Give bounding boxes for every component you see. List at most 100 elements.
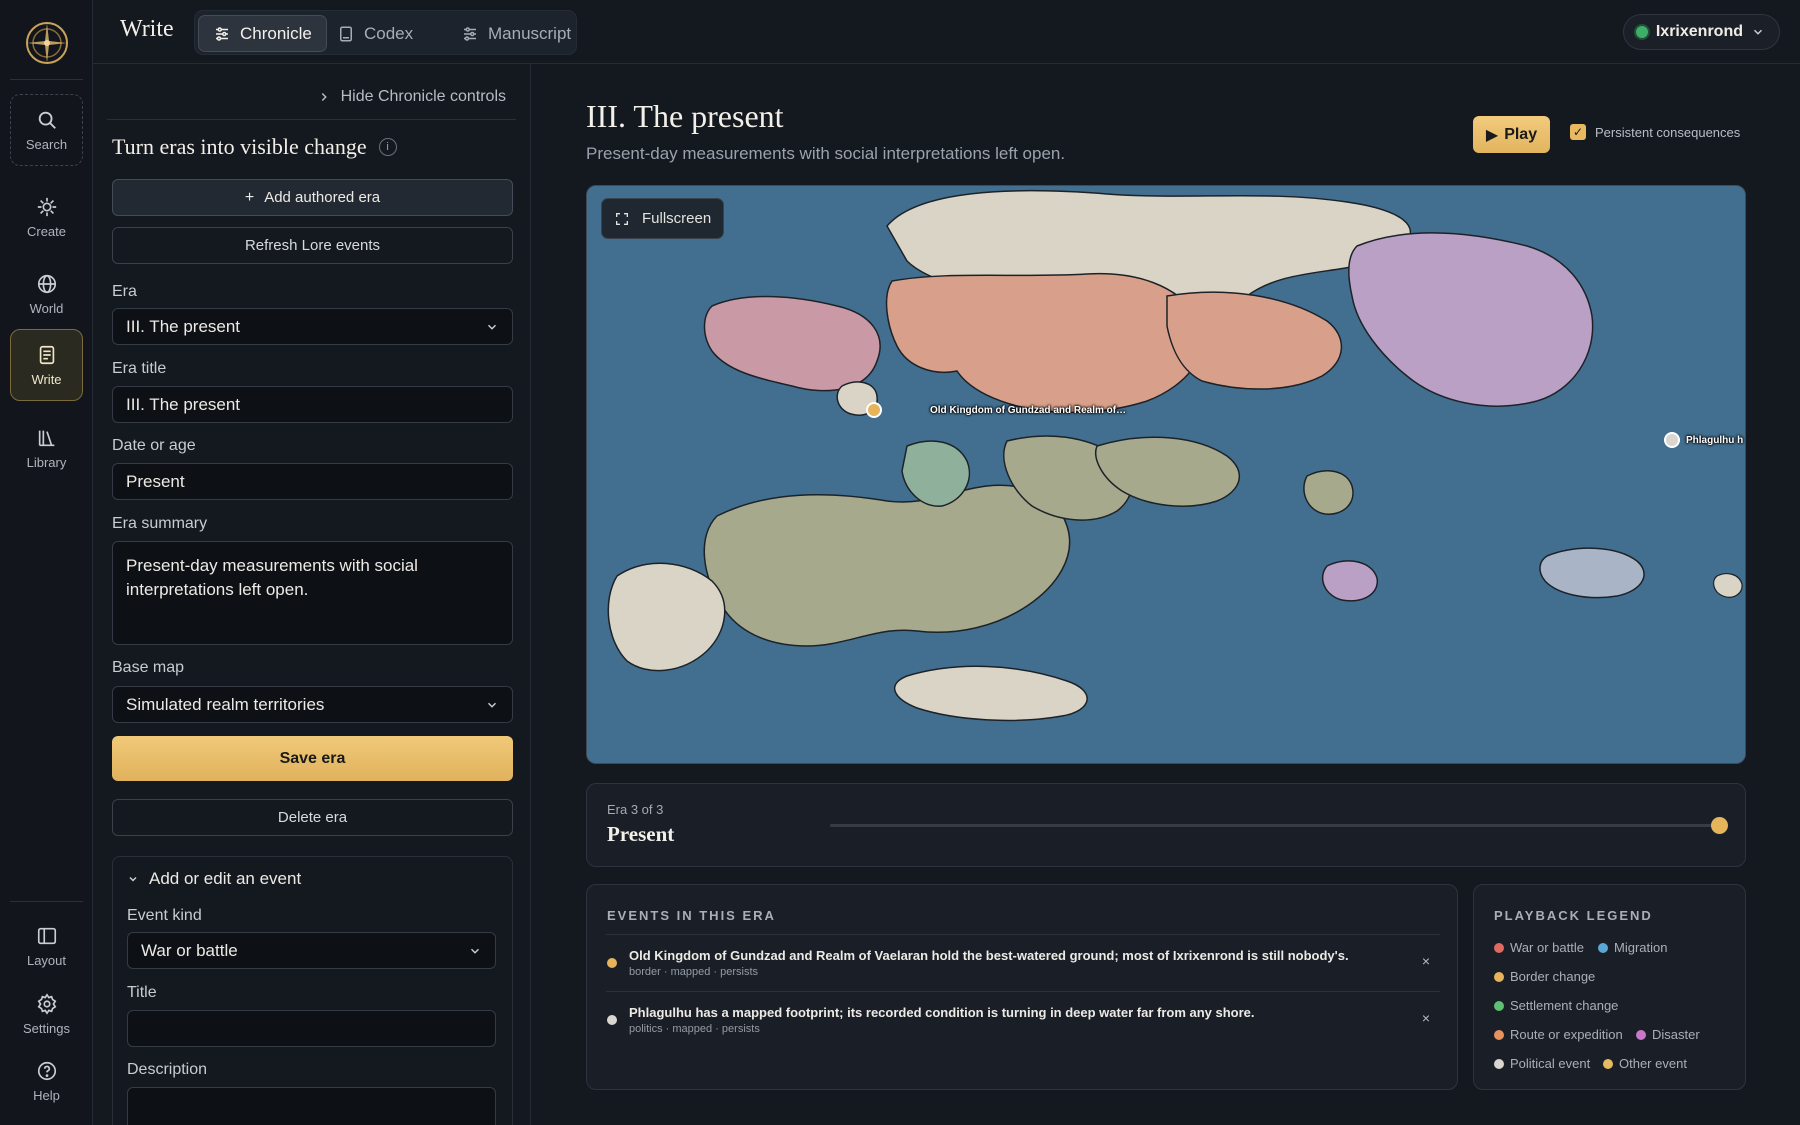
gear-icon: [37, 992, 56, 1015]
legend-swatch: [1494, 1058, 1504, 1069]
plus-icon: +: [244, 188, 255, 206]
era-subtitle: Present-day measurements with social int…: [586, 144, 1066, 163]
date-input[interactable]: Present: [112, 463, 513, 500]
rail-create[interactable]: Create: [10, 181, 83, 253]
rail-world[interactable]: World: [10, 258, 83, 330]
era-title-input[interactable]: III. The present: [112, 386, 513, 423]
legend-label: Route or expedition: [1510, 1027, 1623, 1042]
chevron-right-icon: [321, 92, 327, 102]
info-icon[interactable]: i: [378, 138, 397, 156]
tab-codex[interactable]: Codex: [323, 15, 427, 52]
fullscreen-icon: [616, 212, 628, 225]
event-section-toggle[interactable]: Add or edit an event: [127, 869, 301, 889]
legend-label: Migration: [1614, 940, 1668, 955]
legend-swatch: [1494, 971, 1504, 982]
era-label: Era: [112, 283, 137, 300]
era-heading: III. The present: [586, 98, 784, 134]
event-kind-dot: [607, 958, 617, 968]
era-count: Era 3 of 3: [607, 802, 664, 817]
persistent-consequences-toggle[interactable]: ✓ Persistent consequences: [1570, 124, 1740, 140]
era-select-value: III. The present: [126, 316, 241, 336]
fullscreen-button[interactable]: Fullscreen: [601, 198, 725, 239]
persistent-label: Persistent consequences: [1595, 124, 1741, 140]
sliders-icon: [464, 26, 476, 41]
chronicle-controls-panel: Hide Chronicle controls Turn eras into v…: [93, 64, 531, 1125]
timeline-handle[interactable]: [1711, 817, 1728, 834]
nav-rail: Search Create World Write Library Layout…: [0, 0, 93, 1125]
event-title: Old Kingdom of Gundzad and Realm of Vael…: [629, 948, 1349, 963]
save-era-button[interactable]: Save era: [112, 736, 513, 781]
date-label: Date or age: [112, 437, 196, 454]
event-row[interactable]: Phlagulhu has a mapped footprint; its re…: [606, 991, 1440, 1047]
map-marker-label: Phlagulhu h: [1686, 435, 1744, 446]
rail-settings[interactable]: Settings: [10, 978, 83, 1050]
legend-swatch: [1636, 1029, 1646, 1040]
chevron-down-icon: [129, 876, 137, 882]
hide-controls-label: Hide Chronicle controls: [340, 88, 506, 105]
base-map-value: Simulated realm territories: [126, 694, 325, 714]
legend-item: War or battle: [1494, 940, 1584, 955]
tab-chronicle[interactable]: Chronicle: [198, 15, 327, 52]
event-title-input[interactable]: [127, 1010, 496, 1047]
globe-icon: [37, 274, 56, 293]
user-menu-button[interactable]: Ixrixenrond: [1622, 14, 1780, 50]
tab-chronicle-label: Chronicle: [240, 23, 312, 43]
tab-manuscript-label: Manuscript: [488, 23, 572, 43]
legend-label: War or battle: [1510, 940, 1584, 955]
legend-label: Other event: [1619, 1056, 1687, 1071]
rail-library-label: Library: [26, 454, 67, 470]
delete-era-button[interactable]: Delete era: [112, 799, 513, 836]
rail-library[interactable]: Library: [10, 412, 83, 484]
rail-help-label: Help: [33, 1087, 60, 1103]
add-era-button[interactable]: + Add authored era: [112, 179, 513, 216]
remove-event-icon[interactable]: ×: [1422, 953, 1430, 969]
base-map-label: Base map: [112, 659, 185, 676]
legend-swatch: [1494, 942, 1504, 953]
legend-swatch: [1598, 942, 1608, 953]
app-logo-icon[interactable]: [24, 20, 70, 66]
sliders-icon: [216, 26, 228, 41]
rail-create-label: Create: [26, 223, 67, 239]
remove-event-icon[interactable]: ×: [1422, 1010, 1430, 1026]
base-map-select[interactable]: Simulated realm territories: [112, 686, 513, 723]
rail-search-label: Search: [25, 136, 68, 152]
map-marker-label: Old Kingdom of Gundzad and Realm of…: [930, 405, 1127, 416]
world-map[interactable]: Fullscreen Old Kingdom of Gundzad and Re…: [586, 185, 1746, 764]
map-marker[interactable]: [1663, 431, 1681, 449]
event-row[interactable]: Old Kingdom of Gundzad and Realm of Vael…: [606, 934, 1440, 990]
rail-write[interactable]: Write: [10, 329, 83, 401]
chevron-down-icon: [487, 324, 497, 330]
refresh-lore-button[interactable]: Refresh Lore events: [112, 227, 513, 264]
book-icon: [340, 26, 352, 41]
layout-icon: [37, 927, 56, 944]
date-value: Present: [126, 471, 185, 491]
map-marker[interactable]: [865, 401, 883, 419]
checkbox-checked-icon[interactable]: ✓: [1570, 124, 1586, 140]
event-kind-select[interactable]: War or battle: [127, 932, 496, 969]
add-era-label: Add authored era: [264, 189, 381, 206]
timeline-track[interactable]: [830, 824, 1719, 827]
era-timeline: Era 3 of 3 Present: [586, 783, 1746, 867]
event-title: Phlagulhu has a mapped footprint; its re…: [629, 1005, 1255, 1020]
panel-heading-text: Turn eras into visible change: [112, 134, 367, 159]
hide-controls-button[interactable]: Hide Chronicle controls: [317, 88, 506, 106]
chevron-down-icon: [470, 948, 480, 954]
status-dot: [1635, 26, 1648, 38]
top-bar: Write Chronicle Codex Manuscript Ixrixen…: [93, 0, 1800, 64]
tab-manuscript[interactable]: Manuscript: [447, 15, 585, 52]
rail-layout[interactable]: Layout: [10, 910, 83, 982]
refresh-lore-label: Refresh Lore events: [244, 237, 381, 254]
rail-search[interactable]: Search: [10, 94, 83, 166]
summary-textarea[interactable]: Present-day measurements with social int…: [112, 541, 513, 645]
event-description-label: Description: [127, 1061, 208, 1078]
delete-era-label: Delete era: [277, 809, 348, 826]
events-panel: EVENTS IN THIS ERA Old Kingdom of Gundza…: [586, 884, 1458, 1090]
rail-help[interactable]: Help: [10, 1045, 83, 1117]
legend-swatch: [1494, 1000, 1504, 1011]
legend-label: Border change: [1510, 969, 1596, 984]
play-button[interactable]: ▶ Play: [1473, 116, 1550, 153]
event-description-input[interactable]: [127, 1087, 496, 1125]
era-select[interactable]: III. The present: [112, 308, 513, 345]
rail-world-label: World: [29, 300, 64, 316]
event-meta: border · mapped · persists: [629, 966, 758, 978]
